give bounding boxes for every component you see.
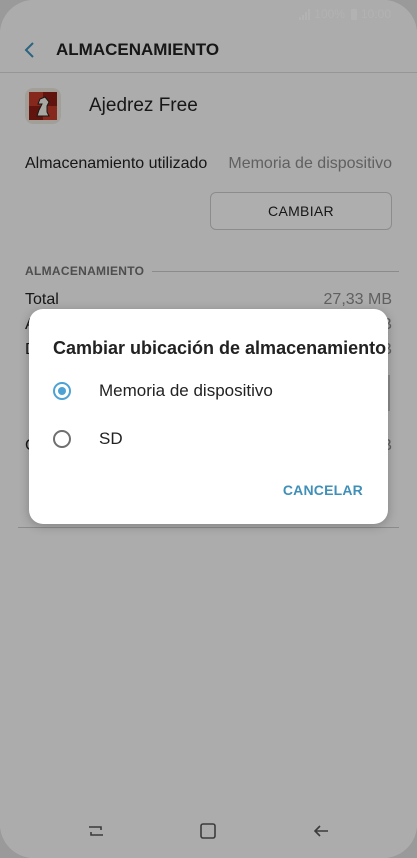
signal-icon <box>299 8 311 20</box>
chess-app-icon <box>25 88 61 124</box>
change-button[interactable]: CAMBIAR <box>210 192 392 230</box>
option-device-memory[interactable]: Memoria de dispositivo <box>53 381 273 401</box>
total-row: Total 27,33 MB <box>25 291 392 309</box>
total-label: Total <box>25 291 59 308</box>
option-label: Memoria de dispositivo <box>99 381 273 400</box>
phone-screen: 100% 10:00 ALMACENAMIENTO Ajedrez Free A… <box>0 0 417 858</box>
option-label: SD <box>99 429 123 448</box>
app-name: Ajedrez Free <box>89 95 198 116</box>
battery-icon <box>350 8 357 20</box>
radio-selected-icon[interactable] <box>53 382 71 400</box>
app-bar: ALMACENAMIENTO <box>0 28 417 73</box>
recents-icon[interactable] <box>87 824 105 843</box>
app-info-row: Ajedrez Free <box>25 88 198 124</box>
total-value: 27,33 MB <box>323 291 392 308</box>
clock: 10:00 <box>360 7 391 21</box>
battery-percent: 100% <box>314 7 345 21</box>
section-header: ALMACENAMIENTO <box>25 264 399 278</box>
storage-used-label: Almacenamiento utilizado <box>25 155 208 172</box>
dialog-title: Cambiar ubicación de almacenamiento <box>53 338 387 358</box>
storage-used-row: Almacenamiento utilizado Memoria de disp… <box>25 155 392 173</box>
section-divider <box>152 270 399 272</box>
navigation-bar <box>0 808 417 858</box>
status-bar: 100% 10:00 <box>0 0 417 28</box>
storage-used-value: Memoria de dispositivo <box>228 155 392 172</box>
option-sd[interactable]: SD <box>53 429 123 449</box>
storage-location-dialog: Cambiar ubicación de almacenamiento Memo… <box>29 309 388 524</box>
section-header-label: ALMACENAMIENTO <box>25 264 145 278</box>
obscured-button-edge <box>388 375 390 411</box>
page-title: ALMACENAMIENTO <box>56 40 220 59</box>
divider-line <box>18 527 399 528</box>
cancel-button[interactable]: CANCELAR <box>283 482 363 498</box>
home-icon[interactable] <box>199 822 217 845</box>
chevron-left-icon[interactable] <box>10 28 50 72</box>
radio-unselected-icon[interactable] <box>53 430 71 448</box>
back-arrow-icon[interactable] <box>312 824 330 843</box>
